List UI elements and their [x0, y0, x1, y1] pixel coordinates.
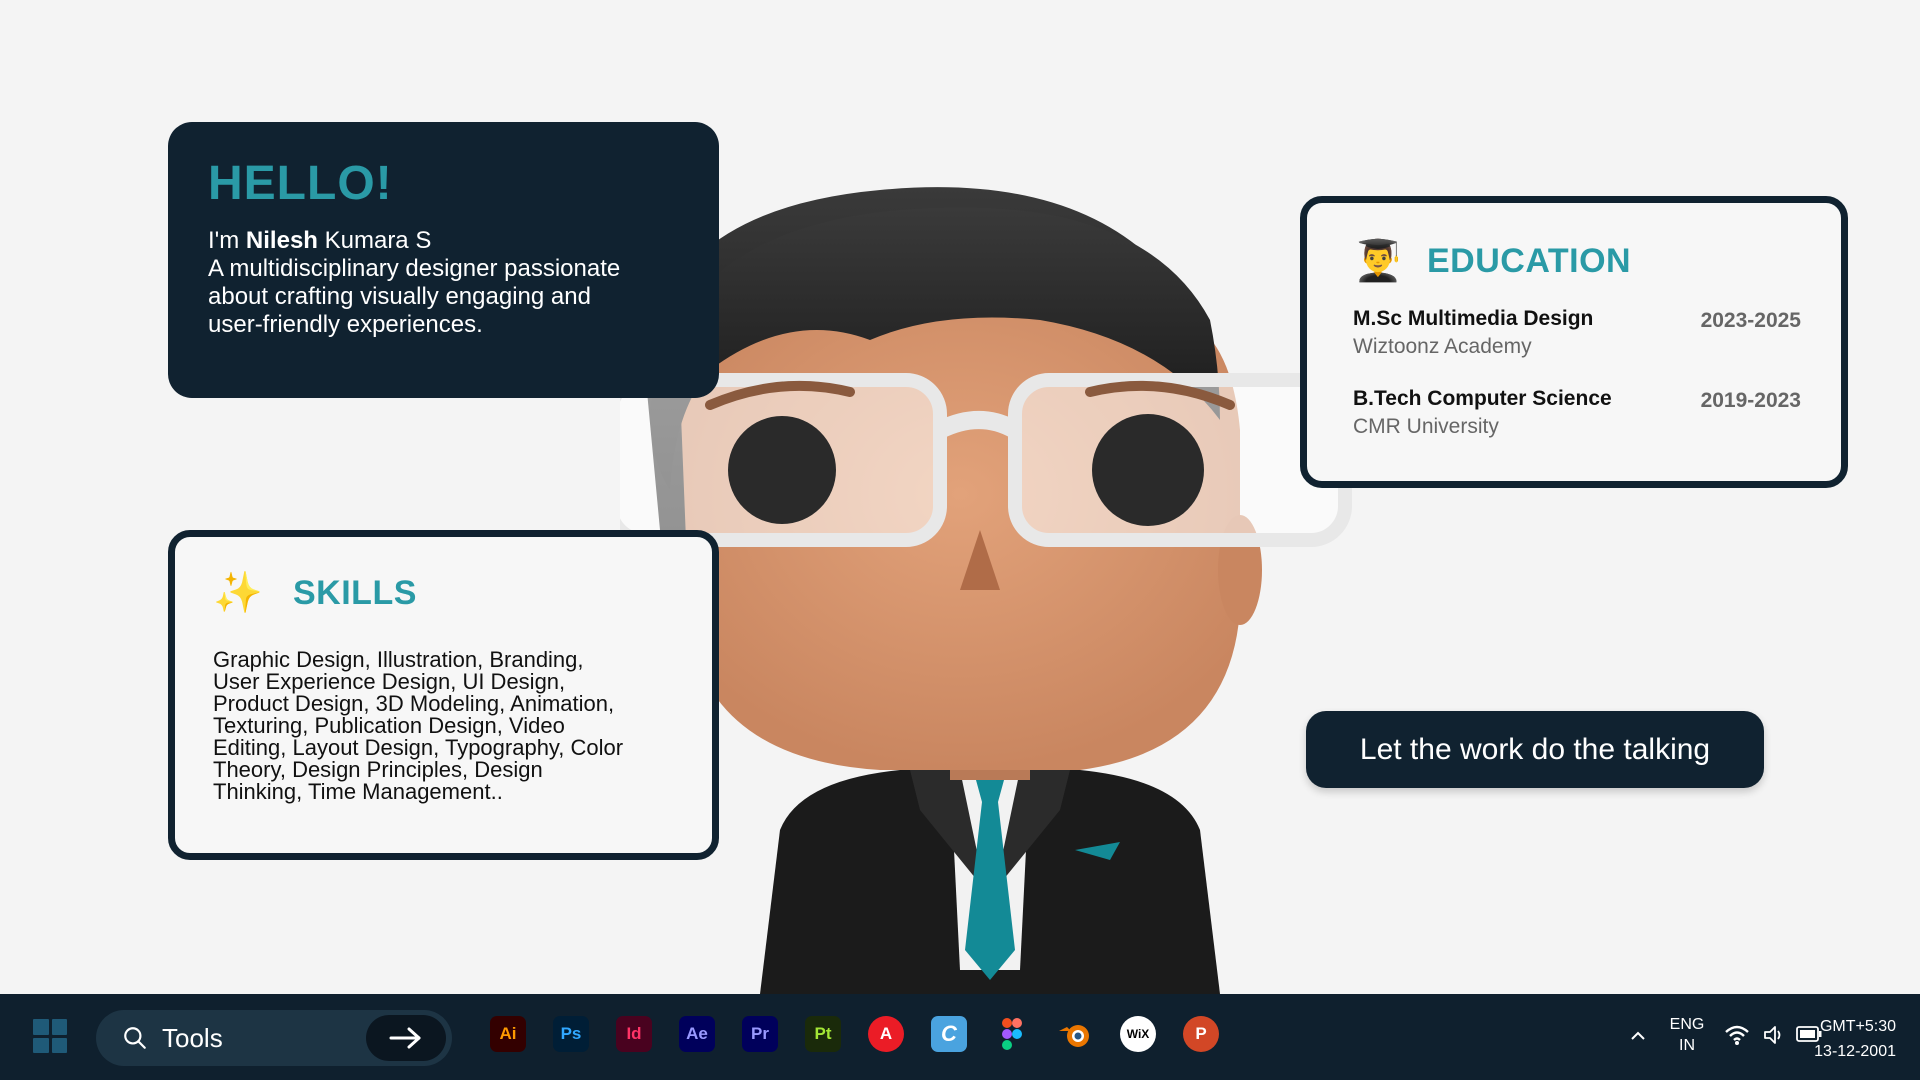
- volume-icon[interactable]: [1762, 1023, 1786, 1047]
- illustrator-icon[interactable]: Ai: [490, 1016, 526, 1052]
- hello-card: HELLO! I'm Nilesh Kumara S A multidiscip…: [168, 122, 719, 398]
- start-tile: [33, 1019, 49, 1035]
- education-years: 2019-2023: [1700, 389, 1801, 412]
- figma-icon[interactable]: [994, 1016, 1030, 1052]
- app-label: Ai: [499, 1024, 517, 1043]
- wifi-icon[interactable]: [1724, 1024, 1750, 1046]
- avatar-figure: [620, 170, 1360, 994]
- wix-icon[interactable]: WiX: [1120, 1016, 1156, 1052]
- app-label: Id: [626, 1024, 642, 1043]
- premiere-pro-icon[interactable]: Pr: [742, 1016, 778, 1052]
- app-label: Pt: [814, 1024, 832, 1043]
- education-title: EDUCATION: [1427, 241, 1632, 280]
- clock[interactable]: GMT+5:30 13-12-2001: [1794, 1014, 1920, 1064]
- start-tile: [33, 1037, 49, 1053]
- sparkles-icon: ✨: [213, 571, 263, 615]
- taskbar: Tools Ai Ps Id Ae Pr Pt A C WiX P ENG IN: [0, 994, 1920, 1080]
- app-label: Ae: [686, 1024, 708, 1043]
- greeting-prefix: I'm: [208, 226, 246, 254]
- powerpoint-icon[interactable]: P: [1183, 1016, 1219, 1052]
- search-go-button[interactable]: [366, 1015, 446, 1061]
- region-code: IN: [1679, 1037, 1695, 1054]
- education-school: Wiztoonz Academy: [1353, 335, 1532, 358]
- last-name: Kumara S: [317, 226, 432, 254]
- skills-card: ✨ SKILLS Graphic Design, Illustration, B…: [168, 530, 719, 860]
- tagline-button[interactable]: Let the work do the talking: [1306, 711, 1764, 788]
- pinned-apps: Ai Ps Id Ae Pr Pt A C WiX P: [490, 1016, 1246, 1052]
- education-years: 2023-2025: [1700, 309, 1801, 332]
- education-entry: B.Tech Computer Science CMR University 2…: [1353, 387, 1801, 439]
- skills-header: ✨ SKILLS: [213, 573, 682, 613]
- canva-icon[interactable]: C: [931, 1016, 967, 1052]
- app-label: Pr: [751, 1024, 769, 1043]
- after-effects-icon[interactable]: Ae: [679, 1016, 715, 1052]
- portfolio-desktop: HELLO! I'm Nilesh Kumara S A multidiscip…: [0, 0, 1920, 994]
- hello-title: HELLO!: [208, 157, 393, 210]
- education-entry: M.Sc Multimedia Design Wiztoonz Academy …: [1353, 307, 1801, 359]
- start-tile: [51, 1037, 67, 1053]
- arrow-right-icon: [389, 1027, 421, 1049]
- app-label: A: [879, 1024, 893, 1043]
- app-label: Ps: [560, 1024, 582, 1043]
- education-card: 👨‍🎓 EDUCATION M.Sc Multimedia Design Wiz…: [1300, 196, 1848, 488]
- education-degree: M.Sc Multimedia Design: [1353, 307, 1594, 330]
- search-icon: [124, 1027, 146, 1049]
- skills-list: Graphic Design, Illustration, Branding, …: [213, 647, 624, 804]
- start-tile: [51, 1019, 67, 1035]
- language-code: ENG: [1669, 1016, 1705, 1033]
- education-school: CMR University: [1353, 415, 1499, 438]
- app-label: P: [1195, 1024, 1207, 1043]
- app-label: C: [941, 1021, 957, 1046]
- start-button[interactable]: [33, 1019, 67, 1053]
- app-label: WiX: [1126, 1027, 1150, 1041]
- graduate-icon: 👨‍🎓: [1353, 239, 1403, 283]
- hello-intro: I'm Nilesh Kumara S A multidisciplinary …: [208, 227, 648, 339]
- adobe-express-icon[interactable]: A: [868, 1016, 904, 1052]
- bio-text: A multidisciplinary designer passionate …: [208, 254, 621, 338]
- education-degree: B.Tech Computer Science: [1353, 387, 1612, 410]
- search-label: Tools: [162, 1022, 223, 1053]
- blender-icon[interactable]: [1057, 1016, 1093, 1052]
- substance-painter-icon[interactable]: Pt: [805, 1016, 841, 1052]
- language-indicator[interactable]: ENG IN: [1665, 1014, 1709, 1056]
- education-header: 👨‍🎓 EDUCATION: [1353, 241, 1801, 281]
- search-bar[interactable]: Tools: [96, 1010, 452, 1066]
- chevron-up-icon[interactable]: [1628, 1026, 1648, 1046]
- date-label: 13-12-2001: [1814, 1043, 1896, 1060]
- indesign-icon[interactable]: Id: [616, 1016, 652, 1052]
- skills-title: SKILLS: [293, 573, 417, 612]
- timezone-label: GMT+5:30: [1819, 1018, 1896, 1035]
- photoshop-icon[interactable]: Ps: [553, 1016, 589, 1052]
- first-name: Nilesh: [245, 226, 318, 254]
